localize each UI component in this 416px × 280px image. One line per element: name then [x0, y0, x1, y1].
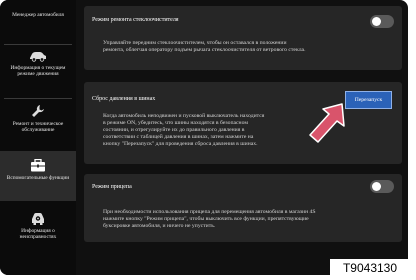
toolbox-icon [31, 159, 45, 172]
sidebar-item-label: Ремонт и техническое обслуживание [12, 121, 64, 133]
wiper-service-toggle[interactable] [370, 15, 394, 28]
wiper-service-card: Режим ремонта стеклоочистителя Управляйт… [84, 6, 402, 70]
wiper-service-title: Режим ремонта стеклоочистителя [92, 17, 179, 23]
callout-arrow [309, 103, 345, 143]
wiper-service-description: Управляйте передним стеклоочистителем, ч… [103, 40, 306, 53]
trailer-mode-description: При необходимости использования прицепа … [103, 209, 316, 229]
restart-button[interactable]: Перезапуск [345, 91, 392, 109]
car-icon [30, 52, 46, 62]
figure-code-label: T9043130 [330, 259, 410, 276]
tire-pressure-reset-title: Сброс давления в шинах [92, 96, 156, 102]
toggle-knob [372, 17, 381, 26]
trailer-mode-title: Режим прицепа [92, 184, 132, 190]
sidebar-item-fault-info[interactable]: Информация о неисправностях [0, 212, 76, 256]
trailer-mode-toggle[interactable] [370, 180, 394, 193]
car-fault-icon [32, 213, 44, 225]
sidebar-item-driving-mode-info[interactable]: Информация о текущем режиме движения [0, 50, 76, 94]
sidebar-item-label: Информация о текущем режиме движения [10, 65, 66, 77]
sidebar-item-vehicle-manager[interactable]: Менеджер автомобиля [0, 12, 76, 38]
sidebar-item-maintenance[interactable]: Ремонт и техническое обслуживание [0, 104, 76, 148]
sidebar-divider [4, 44, 72, 45]
toggle-knob [372, 182, 381, 191]
wrench-icon [32, 105, 44, 117]
sidebar-item-label: Информация о неисправностях [19, 228, 57, 240]
trailer-mode-card: Режим прицепа При необходимости использо… [84, 174, 402, 242]
sidebar-item-label: Вспомогательные функции [6, 175, 70, 181]
tire-pressure-reset-description: Когда автомобиль неподвижен и пусковой в… [103, 113, 265, 147]
sidebar-item-auxiliary-functions[interactable]: Вспомогательные функции [0, 151, 76, 201]
sidebar-item-label: Менеджер автомобиля [12, 12, 64, 18]
sidebar: Менеджер автомобиля Информация о текущем… [0, 0, 76, 275]
sidebar-divider [4, 98, 72, 99]
